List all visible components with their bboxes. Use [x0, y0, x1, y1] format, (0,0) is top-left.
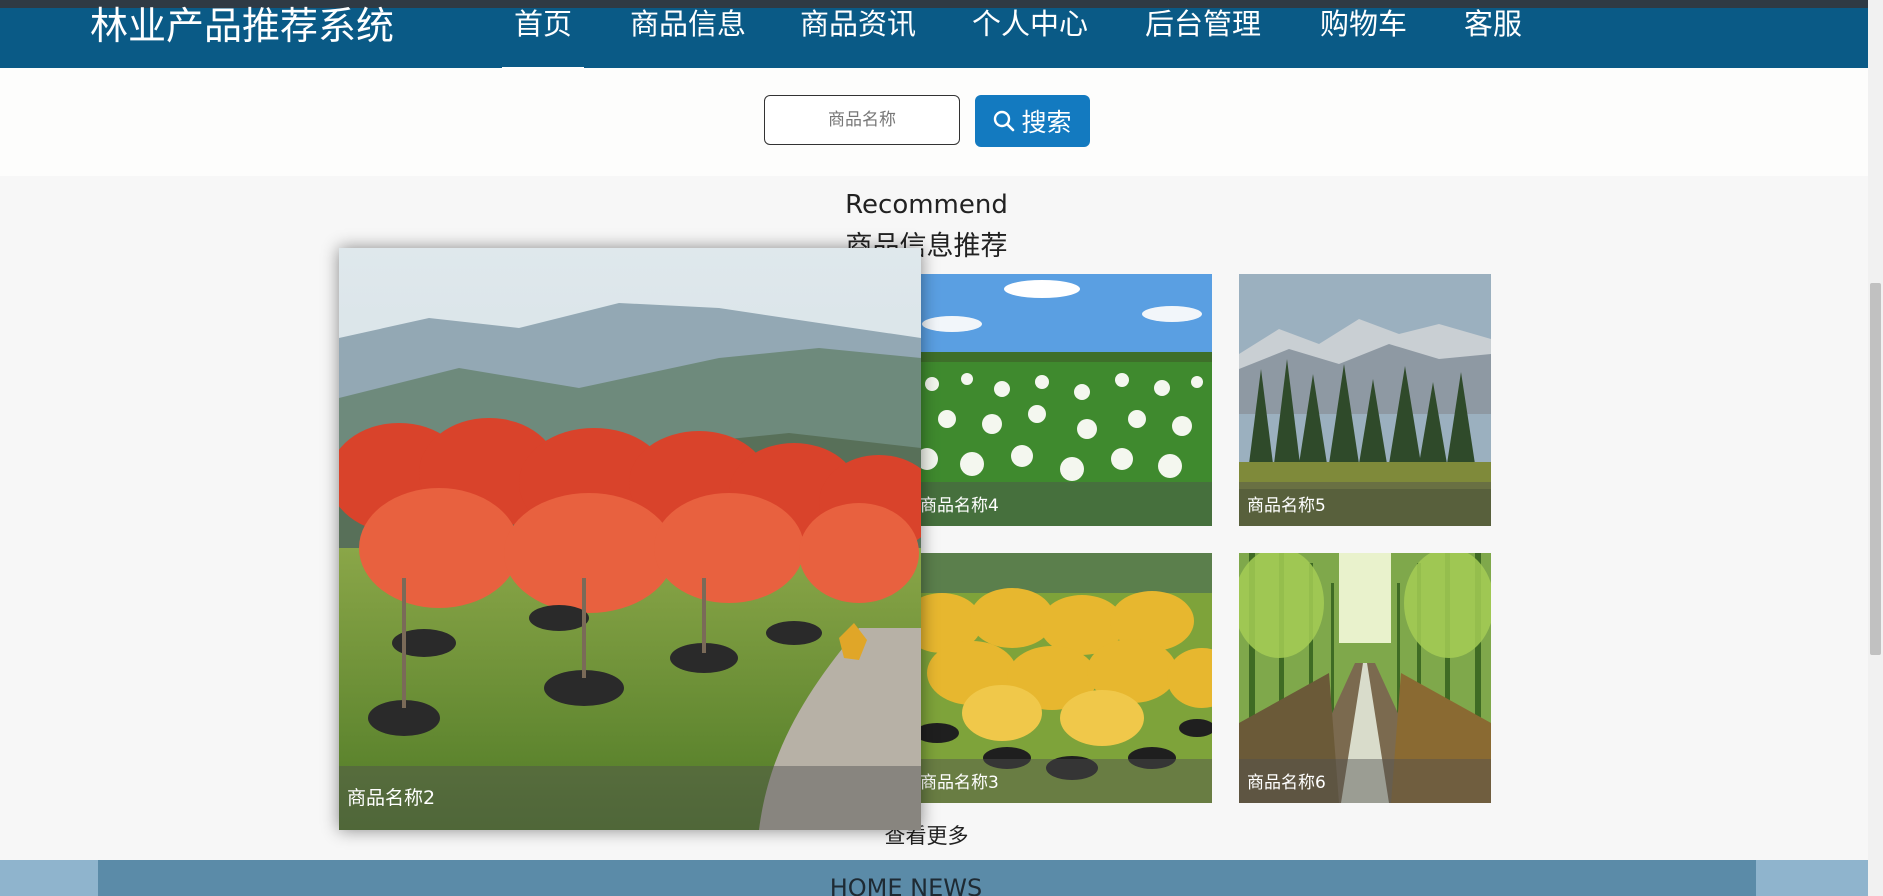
nav-item-home[interactable]: 首页: [501, 2, 585, 70]
product-card-featured[interactable]: 商品名称2: [339, 248, 921, 830]
nav-item-products[interactable]: 商品信息: [630, 2, 746, 46]
view-more-link[interactable]: 查看更多: [0, 820, 1853, 850]
nav-item-product-news[interactable]: 商品资讯: [800, 2, 916, 46]
search-button[interactable]: 搜索: [975, 95, 1090, 147]
recommend-title-cn: 商品信息推荐: [845, 231, 1008, 262]
page: 林业产品推荐系统 首页 商品信息 商品资讯 个人中心 后台管理 购物车 客服 搜…: [0, 0, 1883, 896]
search-icon: [993, 110, 1015, 132]
product-name-label: 商品名称6: [1247, 773, 1326, 793]
nav-item-admin[interactable]: 后台管理: [1145, 2, 1261, 46]
search-bar: 搜索: [0, 68, 1868, 176]
product-name-label: 商品名称2: [347, 787, 436, 809]
product-card[interactable]: 商品名称3: [912, 553, 1212, 803]
product-card[interactable]: 商品名称5: [1239, 274, 1491, 526]
product-card[interactable]: 商品名称4: [912, 274, 1212, 526]
top-navigation-bar: 林业产品推荐系统 首页 商品信息 商品资讯 个人中心 后台管理 购物车 客服: [0, 4, 1868, 70]
news-section-title: HOME NEWS: [829, 874, 983, 896]
product-name-label: 商品名称4: [920, 496, 999, 516]
product-image-red-maple: [339, 248, 921, 830]
product-name-label: 商品名称3: [920, 773, 999, 793]
nav-item-personal-center[interactable]: 个人中心: [972, 2, 1088, 46]
recommend-title-en: Recommend: [845, 190, 1008, 220]
scrollbar-thumb[interactable]: [1870, 283, 1881, 655]
page-scrollbar[interactable]: [1868, 0, 1883, 896]
search-button-label: 搜索: [1021, 108, 1072, 137]
nav-item-cart[interactable]: 购物车: [1320, 2, 1407, 46]
nav-item-customer-service[interactable]: 客服: [1464, 2, 1522, 46]
product-card[interactable]: 商品名称6: [1239, 553, 1491, 803]
product-name-label: 商品名称5: [1247, 496, 1326, 516]
product-name-search-input[interactable]: [764, 95, 960, 145]
site-brand-title[interactable]: 林业产品推荐系统: [90, 2, 394, 50]
